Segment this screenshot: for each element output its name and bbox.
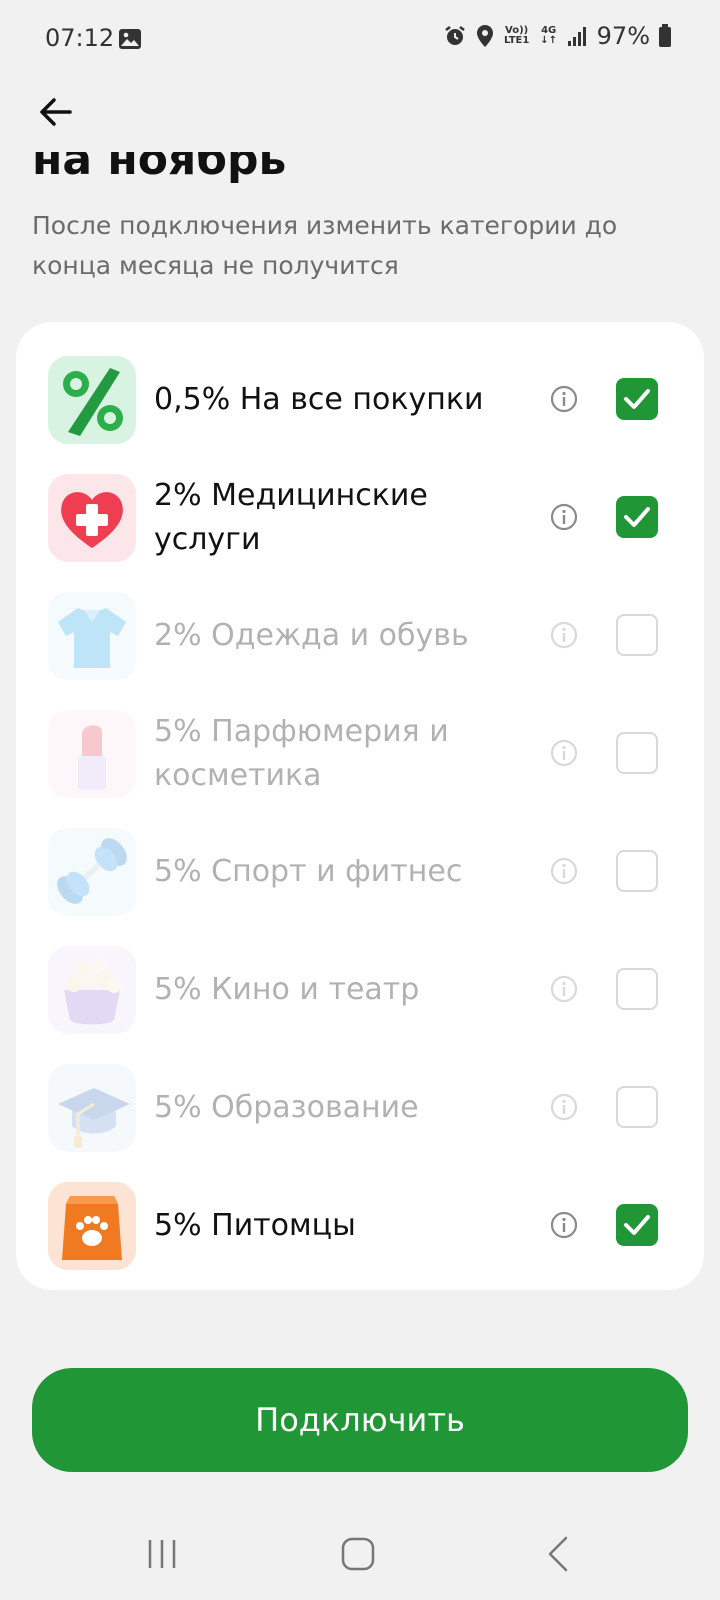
category-row-pets[interactable]: 5% Питомцы <box>48 1176 672 1276</box>
checkmark-icon <box>624 1215 650 1235</box>
connect-button[interactable]: Подключить <box>32 1368 688 1472</box>
category-label: 5% Парфюмерия и косметика <box>154 714 449 793</box>
home-icon[interactable] <box>338 1534 378 1574</box>
info-icon[interactable] <box>548 1209 580 1241</box>
category-checkbox[interactable] <box>616 1086 658 1128</box>
category-checkbox[interactable] <box>616 496 658 538</box>
location-icon <box>476 25 493 47</box>
info-icon[interactable] <box>548 855 580 887</box>
status-bar: 07:12 Vo)) LTE1 4G ↓↑ 97% <box>0 0 720 80</box>
volte-indicator: Vo)) LTE1 <box>503 26 531 46</box>
category-label: 2% Медицинские услуги <box>154 478 428 557</box>
info-icon[interactable] <box>548 737 580 769</box>
categories-card: 0,5% На все покупки 2% Медицинские услуг… <box>16 322 704 1290</box>
checkmark-icon <box>624 389 650 409</box>
category-checkbox[interactable] <box>616 378 658 420</box>
volte-bottom: LTE1 <box>503 35 530 46</box>
pet-food-bag-icon <box>48 1182 136 1270</box>
status-icons: Vo)) LTE1 4G ↓↑ 97% <box>443 22 672 50</box>
info-icon[interactable] <box>548 619 580 651</box>
info-icon[interactable] <box>548 501 580 533</box>
category-checkbox[interactable] <box>616 1204 658 1246</box>
category-row-cosmetics[interactable]: 5% Парфюмерия и косметика <box>48 704 672 804</box>
category-row-education[interactable]: 5% Образование <box>48 1058 672 1158</box>
signal-icon <box>567 27 586 46</box>
category-row-clothes[interactable]: 2% Одежда и обувь <box>48 586 672 686</box>
category-label: 2% Одежда и обувь <box>154 618 469 653</box>
info-icon[interactable] <box>548 973 580 1005</box>
category-row-all-purchases[interactable]: 0,5% На все покупки <box>48 350 672 450</box>
percent-icon <box>48 356 136 444</box>
lipstick-icon <box>48 710 136 798</box>
category-checkbox[interactable] <box>616 732 658 774</box>
gallery-icon <box>119 29 141 49</box>
alarm-icon <box>444 26 465 45</box>
data-arrows-icon: ↓↑ <box>540 35 558 46</box>
info-icon[interactable] <box>548 383 580 415</box>
category-checkbox[interactable] <box>616 614 658 656</box>
battery-icon <box>659 24 671 47</box>
category-label: 5% Спорт и фитнес <box>154 854 463 889</box>
category-row-cinema[interactable]: 5% Кино и театр <box>48 940 672 1040</box>
heart-medical-icon <box>48 474 136 562</box>
category-label: 5% Кино и театр <box>154 972 420 1007</box>
system-nav-bar <box>0 1500 720 1600</box>
status-time: 07:12 <box>45 24 115 52</box>
polo-shirt-icon <box>48 592 136 680</box>
category-checkbox[interactable] <box>616 968 658 1010</box>
dumbbell-icon <box>48 828 136 916</box>
category-checkbox[interactable] <box>616 850 658 892</box>
page-subtitle: После подключения изменить категории до … <box>32 211 618 280</box>
popcorn-icon <box>48 946 136 1034</box>
graduation-cap-icon <box>48 1064 136 1152</box>
page-title-container: на ноябрь <box>32 152 632 186</box>
category-label: 5% Образование <box>154 1090 419 1125</box>
category-label: 0,5% На все покупки <box>154 382 484 417</box>
checkmark-icon <box>624 507 650 527</box>
back-nav-icon[interactable] <box>540 1534 580 1574</box>
category-row-medical[interactable]: 2% Медицинские услуги <box>48 468 672 568</box>
battery-percent: 97% <box>596 22 650 50</box>
info-icon[interactable] <box>548 1091 580 1123</box>
page-title: на ноябрь <box>32 152 287 185</box>
recent-apps-icon[interactable] <box>142 1534 182 1574</box>
data-indicator: 4G ↓↑ <box>539 26 559 46</box>
category-row-sport[interactable]: 5% Спорт и фитнес <box>48 822 672 922</box>
back-arrow-icon[interactable] <box>36 92 76 132</box>
connect-button-label: Подключить <box>255 1401 465 1439</box>
category-label: 5% Питомцы <box>154 1208 356 1243</box>
